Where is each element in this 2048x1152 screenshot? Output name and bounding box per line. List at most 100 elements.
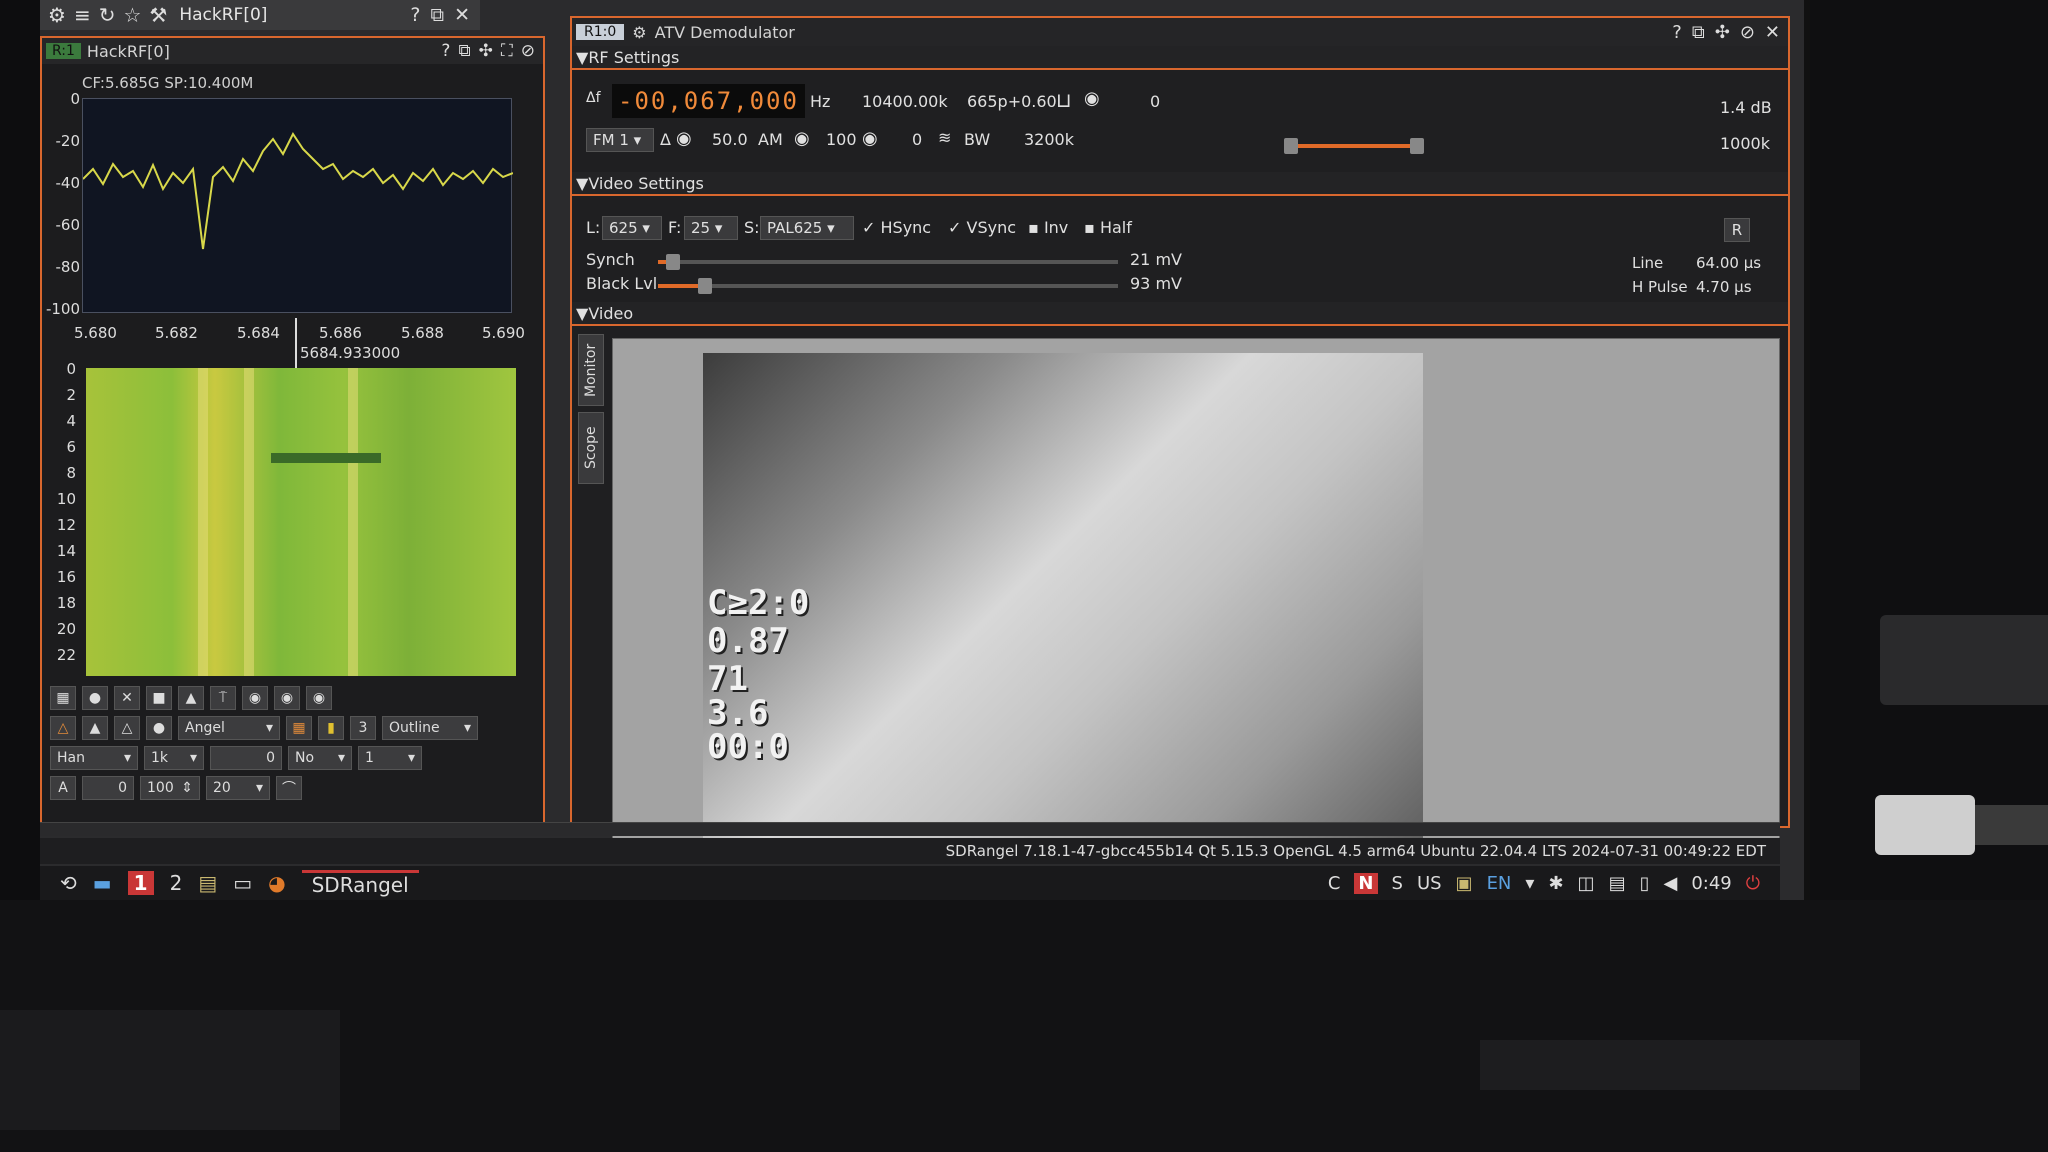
hide-icon[interactable]: ⊘ bbox=[1740, 22, 1755, 43]
help-icon[interactable]: ? bbox=[441, 41, 450, 61]
3d-icon[interactable]: 3 bbox=[350, 716, 376, 740]
video-header[interactable]: ▼ Video bbox=[572, 302, 1788, 326]
fm-deviation-knob[interactable]: ◉ bbox=[676, 128, 692, 149]
channel-info: 665p+0.60 bbox=[967, 92, 1057, 111]
wf-tick: 20 bbox=[56, 620, 76, 638]
hide-icon[interactable]: ⊘ bbox=[521, 41, 535, 61]
dot3-icon[interactable]: ◉ bbox=[306, 686, 332, 710]
range-spinbox[interactable]: 100 ⇕ bbox=[140, 776, 200, 800]
wf-tick: 22 bbox=[56, 646, 76, 664]
language-indicator[interactable]: EN bbox=[1487, 873, 1512, 894]
file-manager-icon[interactable]: ▤ bbox=[198, 871, 217, 895]
start-menu-icon[interactable]: ⟲ bbox=[60, 871, 77, 895]
star-icon[interactable]: ☆ bbox=[123, 3, 141, 27]
dot-icon[interactable]: ◉ bbox=[242, 686, 268, 710]
curve-icon[interactable]: ⌒ bbox=[276, 776, 302, 800]
palette-select[interactable]: Angel ▾ bbox=[178, 716, 280, 740]
dot2-icon[interactable]: ◉ bbox=[274, 686, 300, 710]
half-checkbox[interactable]: ▪ Half bbox=[1084, 218, 1132, 237]
keyboard-layout[interactable]: US bbox=[1417, 873, 1442, 894]
triangle-icon[interactable]: △ bbox=[114, 716, 140, 740]
power-icon[interactable]: ⏻ bbox=[1746, 873, 1760, 894]
clock[interactable]: 0:49 bbox=[1691, 873, 1731, 894]
display-icon[interactable]: ▣ bbox=[1456, 873, 1473, 894]
undock-icon[interactable]: ⧉ bbox=[431, 4, 445, 26]
black-square-icon[interactable]: ■ bbox=[146, 686, 172, 710]
antenna-icon[interactable]: ⍑ bbox=[210, 686, 236, 710]
shrink-icon[interactable]: ✣ bbox=[1715, 22, 1730, 43]
firefox-icon[interactable]: ◕ bbox=[268, 871, 285, 895]
close-icon[interactable]: ✕ bbox=[454, 4, 470, 26]
terminal-icon[interactable]: ▭ bbox=[233, 871, 252, 895]
am-knob[interactable]: ◉ bbox=[794, 128, 810, 149]
x-tick: 5.688 bbox=[401, 324, 444, 342]
lines-select[interactable]: 625 ▾ bbox=[602, 216, 662, 240]
current-icon[interactable]: ▲ bbox=[82, 716, 108, 740]
undock-icon[interactable]: ⧉ bbox=[458, 41, 470, 61]
tab-monitor[interactable]: Monitor bbox=[578, 334, 604, 406]
workspace-2[interactable]: 2 bbox=[170, 871, 183, 895]
fill-select[interactable]: Outline ▾ bbox=[382, 716, 478, 740]
vsync-checkbox[interactable]: ✓ VSync bbox=[948, 218, 1016, 237]
standard-select[interactable]: PAL625 ▾ bbox=[760, 216, 854, 240]
wifi-icon[interactable]: ▾ bbox=[1525, 873, 1534, 894]
knob-icon[interactable]: ◉ bbox=[1084, 88, 1100, 109]
overlap-spinbox[interactable]: 0 bbox=[210, 746, 282, 770]
fps-select[interactable]: 25 ▾ bbox=[684, 216, 738, 240]
black-level-slider[interactable] bbox=[658, 278, 1118, 294]
menu-icon[interactable]: ≡ bbox=[74, 3, 91, 27]
filter-icon[interactable]: ⊔ bbox=[1056, 88, 1072, 112]
frequency-unit: Hz bbox=[810, 92, 831, 111]
maximize-icon[interactable]: ⛶ bbox=[501, 41, 513, 61]
spectrum-plot[interactable] bbox=[82, 98, 514, 313]
modulation-select[interactable]: FM 1 ▾ bbox=[586, 128, 654, 152]
close-icon[interactable]: ✕ bbox=[1765, 22, 1780, 43]
wf-tick: 10 bbox=[56, 490, 76, 508]
ref-level-spinbox[interactable]: 0 bbox=[82, 776, 134, 800]
circle-icon[interactable]: ● bbox=[82, 686, 108, 710]
network-icon[interactable]: ◫ bbox=[1578, 873, 1595, 894]
auto-button[interactable]: A bbox=[50, 776, 76, 800]
grid-icon[interactable]: ▦ bbox=[50, 686, 76, 710]
tab-scope[interactable]: Scope bbox=[578, 412, 604, 484]
inv-checkbox[interactable]: ▪ Inv bbox=[1028, 218, 1068, 237]
rf-settings-header[interactable]: ▼ RF Settings bbox=[572, 46, 1788, 70]
peak-icon[interactable]: ▲ bbox=[178, 686, 204, 710]
reset-button[interactable]: R bbox=[1724, 218, 1750, 242]
settings-icon[interactable]: ⚙ bbox=[632, 23, 646, 42]
window-select[interactable]: Han ▾ bbox=[50, 746, 138, 770]
help-icon[interactable]: ? bbox=[1672, 22, 1682, 43]
undock-icon[interactable]: ⧉ bbox=[1692, 22, 1705, 43]
hsync-checkbox[interactable]: ✓ HSync bbox=[862, 218, 931, 237]
rate-select[interactable]: 20 ▾ bbox=[206, 776, 270, 800]
desktop-icon[interactable]: ▬ bbox=[93, 871, 112, 895]
task-sdrangel[interactable]: SDRangel bbox=[301, 869, 419, 897]
fft-size-select[interactable]: 1k ▾ bbox=[144, 746, 204, 770]
help-icon[interactable]: ? bbox=[410, 4, 420, 26]
avg-mode-select[interactable]: No ▾ bbox=[288, 746, 352, 770]
horizontal-scrollbar[interactable] bbox=[40, 822, 1780, 836]
avg-select[interactable]: 1 ▾ bbox=[358, 746, 422, 770]
bw-toggle-icon[interactable]: ≋ bbox=[938, 128, 951, 147]
clipboard-icon[interactable]: ▯ bbox=[1640, 873, 1650, 894]
max-hold-icon[interactable]: △ bbox=[50, 716, 76, 740]
waterfall-plot[interactable] bbox=[86, 368, 516, 676]
refresh-icon[interactable]: ↻ bbox=[99, 3, 116, 27]
bandwidth-slider[interactable] bbox=[1284, 138, 1424, 154]
folder-icon[interactable]: ▤ bbox=[1609, 873, 1626, 894]
am-scale-knob[interactable]: ◉ bbox=[862, 128, 878, 149]
frequency-offset-dial[interactable]: -00,067,000 bbox=[612, 84, 805, 118]
grid-overlay-icon[interactable]: ▦ bbox=[286, 716, 312, 740]
bar-icon[interactable]: ▮ bbox=[318, 716, 344, 740]
gear-icon[interactable]: ⚙ bbox=[48, 3, 66, 27]
volume-icon[interactable]: ◀ bbox=[1663, 873, 1677, 894]
video-settings-panel: L: 625 ▾ F: 25 ▾ S: PAL625 ▾ ✓ HSync ✓ V… bbox=[572, 196, 1788, 302]
workspace-1[interactable]: 1 bbox=[127, 871, 154, 895]
video-settings-header[interactable]: ▼ Video Settings bbox=[572, 172, 1788, 196]
synch-slider[interactable] bbox=[658, 254, 1118, 270]
shrink-icon[interactable]: ✣ bbox=[479, 41, 493, 61]
bluetooth-icon[interactable]: ✱ bbox=[1548, 873, 1563, 894]
cross-icon[interactable]: ✕ bbox=[114, 686, 140, 710]
radio-icon[interactable]: ● bbox=[146, 716, 172, 740]
marker-line[interactable] bbox=[295, 318, 297, 368]
